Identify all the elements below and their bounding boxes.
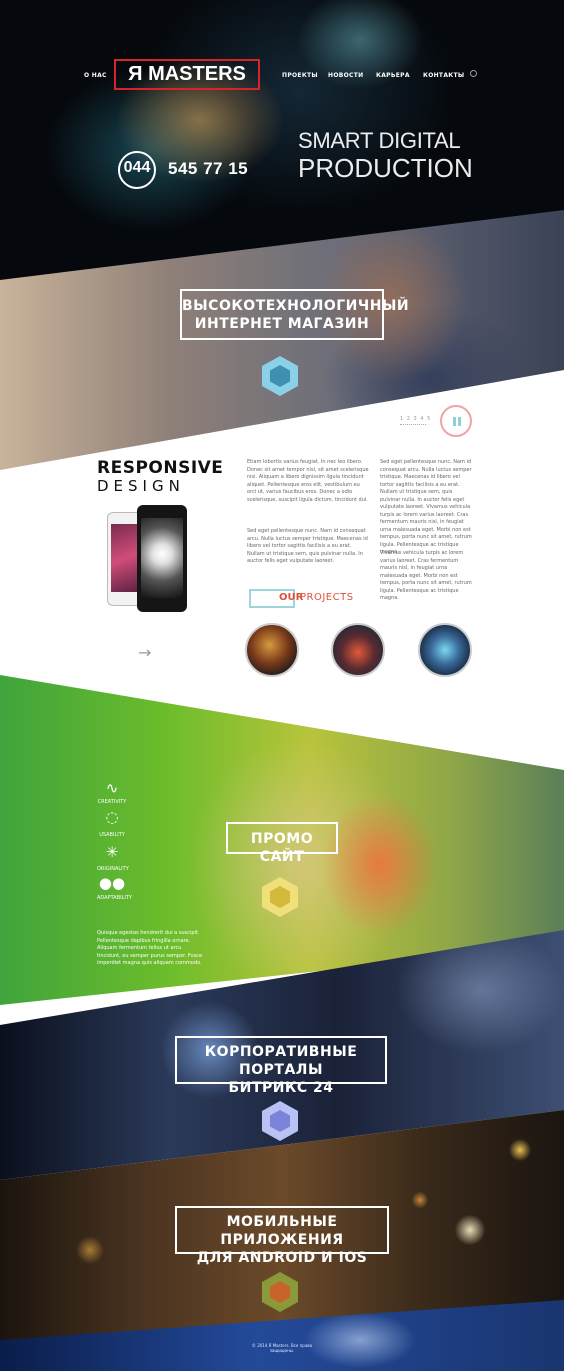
mobile-title-line2: ДЛЯ ANDROID И IOS <box>196 1250 368 1266</box>
phone-black-mockup <box>137 505 187 612</box>
tagline-line2: PRODUCTION <box>298 153 473 183</box>
project-thumb-3[interactable] <box>418 623 472 677</box>
adaptability-icon: ●● <box>98 874 126 892</box>
next-arrow-icon[interactable]: → <box>138 643 151 662</box>
design-title: DESIGN <box>97 477 185 495</box>
portal-title-line2: БИТРИКС 24 <box>228 1080 334 1096</box>
shop-title-line1: ВЫСОКОТЕХНОЛОГИЧНЫЙ <box>182 298 410 314</box>
projects-label[interactable]: PROJECTS <box>300 592 354 603</box>
logo[interactable]: Я MASTERS <box>114 59 260 90</box>
feature-originality: ORIGINALITY <box>97 866 129 872</box>
pause-button[interactable] <box>440 405 472 437</box>
nav-news[interactable]: НОВОСТИ <box>328 72 363 79</box>
portal-title-box[interactable]: КОРПОРАТИВНЫЕ ПОРТАЛЫ БИТРИКС 24 <box>175 1036 387 1096</box>
text-col1-para2: Sed eget pellentesque nunc. Nam id conse… <box>247 528 368 564</box>
feature-creativity: CREATIVITY <box>97 799 127 805</box>
footer-copyright: © 2014 Я Masters. Все права защищены. <box>251 1343 313 1353</box>
slider-dots <box>400 424 426 425</box>
project-thumb-1[interactable] <box>245 623 299 677</box>
shop-title-line2: ИНТЕРНЕТ МАГАЗИН <box>194 316 370 332</box>
portal-title-line1: КОРПОРАТИВНЫЕ ПОРТАЛЫ <box>204 1044 358 1078</box>
nav-career[interactable]: КАРЬЕРА <box>376 72 410 79</box>
project-thumb-2[interactable] <box>331 623 385 677</box>
phone-number[interactable]: 545 77 15 <box>168 159 248 179</box>
shop-title-box[interactable]: ВЫСОКОТЕХНОЛОГИЧНЫЙ ИНТЕРНЕТ МАГАЗИН <box>180 289 410 340</box>
promo-text: Quisque egestas hendrerit dui a suscipit… <box>97 930 203 966</box>
promo-title-box[interactable]: ПРОМО САЙТ <box>226 822 338 865</box>
text-col1-para1: Etiam lobortis varius feugiat. In nec le… <box>247 459 369 503</box>
usability-icon: ◌ <box>105 808 119 826</box>
responsive-title: RESPONSIVE <box>97 458 224 478</box>
originality-icon: ✳ <box>105 843 119 861</box>
slider-pages[interactable]: 1 2 3 4 5 <box>400 416 431 422</box>
lang-switch-icon[interactable] <box>470 70 477 77</box>
mobile-title-box[interactable]: МОБИЛЬНЫЕ ПРИЛОЖЕНИЯ ДЛЯ ANDROID И IOS <box>175 1206 389 1266</box>
nav-projects[interactable]: ПРОЕКТЫ <box>282 72 318 79</box>
feature-adaptability: ADAPTABILITY <box>97 895 132 901</box>
mobile-title-line1: МОБИЛЬНЫЕ ПРИЛОЖЕНИЯ <box>220 1214 344 1248</box>
text-col2-para1: Sed eget pellentesque nunc. Nam id conse… <box>380 459 472 555</box>
creativity-icon: ∿ <box>105 779 119 797</box>
feature-usability: USABILITY <box>99 832 125 838</box>
nav-about[interactable]: О НАС <box>84 72 107 79</box>
promo-title: ПРОМО САЙТ <box>250 831 314 865</box>
phone-code: 044 <box>123 159 151 176</box>
tagline-line1: SMART DIGITAL <box>298 128 461 153</box>
nav-contacts[interactable]: КОНТАКТЫ <box>423 72 464 79</box>
text-col2-para2: Vivamus vehicula turpis ac lorem varius … <box>380 550 472 601</box>
